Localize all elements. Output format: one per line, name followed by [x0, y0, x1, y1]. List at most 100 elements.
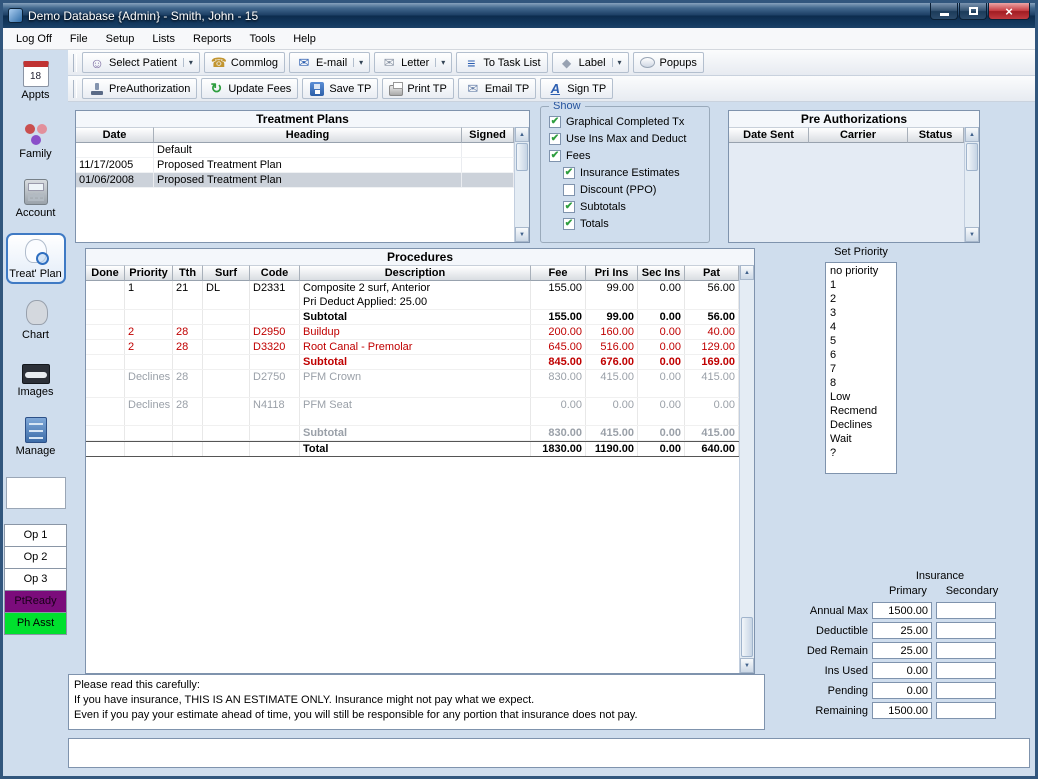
op-ph-asst[interactable]: Ph Asst [4, 612, 67, 635]
checkbox-icon[interactable]: ✔ [549, 150, 561, 162]
save-tp-button[interactable]: Save TP [302, 78, 378, 99]
insurance-primary-value[interactable]: 1500.00 [872, 702, 932, 719]
insurance-secondary-value[interactable] [936, 622, 996, 639]
menu-file[interactable]: File [61, 30, 97, 48]
treatment-plans-scrollbar[interactable]: ▲▼ [514, 127, 529, 242]
label-button[interactable]: Label▾ [552, 52, 629, 73]
scroll-up-button[interactable]: ▲ [965, 127, 979, 142]
procedure-row[interactable]: Total1830.001190.000.00640.00 [86, 441, 739, 457]
commlog-button[interactable]: Commlog [204, 52, 285, 73]
select-patient-button[interactable]: Select Patient▾ [82, 52, 200, 73]
priority-option-wait[interactable]: Wait [826, 432, 896, 446]
column-header-done[interactable]: Done [86, 265, 125, 281]
scroll-up-button[interactable]: ▲ [740, 265, 754, 280]
priority-option-1[interactable]: 1 [826, 278, 896, 292]
minimize-button[interactable] [930, 3, 958, 20]
op-ptready[interactable]: PtReady [4, 590, 67, 613]
priority-option-3[interactable]: 3 [826, 306, 896, 320]
checkbox-icon[interactable]: ✔ [549, 133, 561, 145]
column-header-fee[interactable]: Fee [531, 265, 586, 281]
checkbox-icon[interactable] [563, 184, 575, 196]
insurance-primary-value[interactable]: 1500.00 [872, 602, 932, 619]
op-op-2[interactable]: Op 2 [4, 546, 67, 569]
set-priority-listbox[interactable]: no priority12345678LowRecmendDeclinesWai… [825, 262, 897, 474]
priority-option-4[interactable]: 4 [826, 320, 896, 334]
priority-option-low[interactable]: Low [826, 390, 896, 404]
module-manage[interactable]: Manage [6, 412, 66, 461]
procedure-row[interactable]: Declines28N4118PFM Seat0.000.000.000.00 [86, 398, 739, 426]
menu-setup[interactable]: Setup [97, 30, 144, 48]
column-header-date-sent[interactable]: Date Sent [729, 127, 809, 143]
column-header-sec-ins[interactable]: Sec Ins [638, 265, 685, 281]
popups-button[interactable]: Popups [633, 52, 704, 73]
menu-log-off[interactable]: Log Off [7, 30, 61, 48]
scroll-thumb[interactable] [741, 617, 753, 657]
checkbox-icon[interactable]: ✔ [563, 218, 575, 230]
column-header-carrier[interactable]: Carrier [809, 127, 908, 143]
column-header-surf[interactable]: Surf [203, 265, 250, 281]
show-option-graphical-completed-tx[interactable]: ✔Graphical Completed Tx [541, 113, 709, 130]
checkbox-icon[interactable]: ✔ [549, 116, 561, 128]
module-account[interactable]: Account [6, 174, 66, 223]
procedure-row[interactable]: Declines28D2750PFM Crown830.00415.000.00… [86, 370, 739, 398]
e-mail-button[interactable]: E-mail▾ [289, 52, 370, 73]
sign-tp-button[interactable]: Sign TP [540, 78, 613, 99]
maximize-button[interactable] [959, 3, 987, 20]
dropdown-arrow-icon[interactable]: ▾ [435, 58, 445, 67]
scroll-thumb[interactable] [966, 143, 978, 171]
column-header-status[interactable]: Status [908, 127, 964, 143]
show-option-totals[interactable]: ✔Totals [541, 215, 709, 232]
priority-option-8[interactable]: 8 [826, 376, 896, 390]
menu-tools[interactable]: Tools [241, 30, 285, 48]
insurance-secondary-value[interactable] [936, 702, 996, 719]
treatment-plan-row[interactable]: 01/06/2008Proposed Treatment Plan [76, 173, 514, 188]
close-button[interactable]: × [988, 3, 1030, 20]
show-option-subtotals[interactable]: ✔Subtotals [541, 198, 709, 215]
insurance-primary-value[interactable]: 25.00 [872, 642, 932, 659]
insurance-secondary-value[interactable] [936, 642, 996, 659]
email-tp-button[interactable]: Email TP [458, 78, 536, 99]
module-appts[interactable]: Appts [6, 56, 66, 105]
checkbox-icon[interactable]: ✔ [563, 201, 575, 213]
scroll-track[interactable] [740, 280, 754, 658]
dropdown-arrow-icon[interactable]: ▾ [612, 58, 622, 67]
scroll-up-button[interactable]: ▲ [515, 127, 529, 142]
to-task-list-button[interactable]: To Task List [456, 52, 547, 73]
insurance-primary-value[interactable]: 0.00 [872, 682, 932, 699]
procedures-scrollbar[interactable]: ▲▼ [739, 265, 754, 673]
checkbox-icon[interactable]: ✔ [563, 167, 575, 179]
priority-option-declines[interactable]: Declines [826, 418, 896, 432]
insurance-primary-value[interactable]: 25.00 [872, 622, 932, 639]
scroll-track[interactable] [965, 142, 979, 227]
column-header-description[interactable]: Description [300, 265, 531, 281]
pre-authorizations-empty-list[interactable] [729, 143, 964, 242]
show-option-use-ins-max-and-deduct[interactable]: ✔Use Ins Max and Deduct [541, 130, 709, 147]
show-option-insurance-estimates[interactable]: ✔Insurance Estimates [541, 164, 709, 181]
priority-option-2[interactable]: 2 [826, 292, 896, 306]
procedure-row[interactable]: Subtotal845.00676.000.00169.00 [86, 355, 739, 370]
scroll-down-button[interactable]: ▼ [965, 227, 979, 242]
menu-help[interactable]: Help [284, 30, 325, 48]
scroll-track[interactable] [515, 142, 529, 227]
show-option-discount-ppo[interactable]: Discount (PPO) [541, 181, 709, 198]
dropdown-arrow-icon[interactable]: ▾ [183, 58, 193, 67]
print-tp-button[interactable]: Print TP [382, 78, 454, 99]
priority-option-question[interactable]: ? [826, 446, 896, 460]
pre-authorizations-scrollbar[interactable]: ▲▼ [964, 127, 979, 242]
insurance-primary-value[interactable]: 0.00 [872, 662, 932, 679]
priority-option-5[interactable]: 5 [826, 334, 896, 348]
update-fees-button[interactable]: Update Fees [201, 78, 298, 99]
procedure-row[interactable]: 228D2950Buildup200.00160.000.0040.00 [86, 325, 739, 340]
dropdown-arrow-icon[interactable]: ▾ [353, 58, 363, 67]
procedure-row[interactable]: 121DLD2331Composite 2 surf, AnteriorPri … [86, 281, 739, 310]
module-treat-plan[interactable]: Treat' Plan [6, 233, 66, 284]
priority-option-recmend[interactable]: Recmend [826, 404, 896, 418]
letter-button[interactable]: Letter▾ [374, 52, 452, 73]
column-header-tth[interactable]: Tth [173, 265, 203, 281]
scroll-thumb[interactable] [516, 143, 528, 171]
column-header-pri-ins[interactable]: Pri Ins [586, 265, 638, 281]
procedure-row[interactable]: Subtotal830.00415.000.00415.00 [86, 426, 739, 441]
column-header-signed[interactable]: Signed [462, 127, 514, 143]
column-header-priority[interactable]: Priority [125, 265, 173, 281]
column-header-date[interactable]: Date [76, 127, 154, 143]
